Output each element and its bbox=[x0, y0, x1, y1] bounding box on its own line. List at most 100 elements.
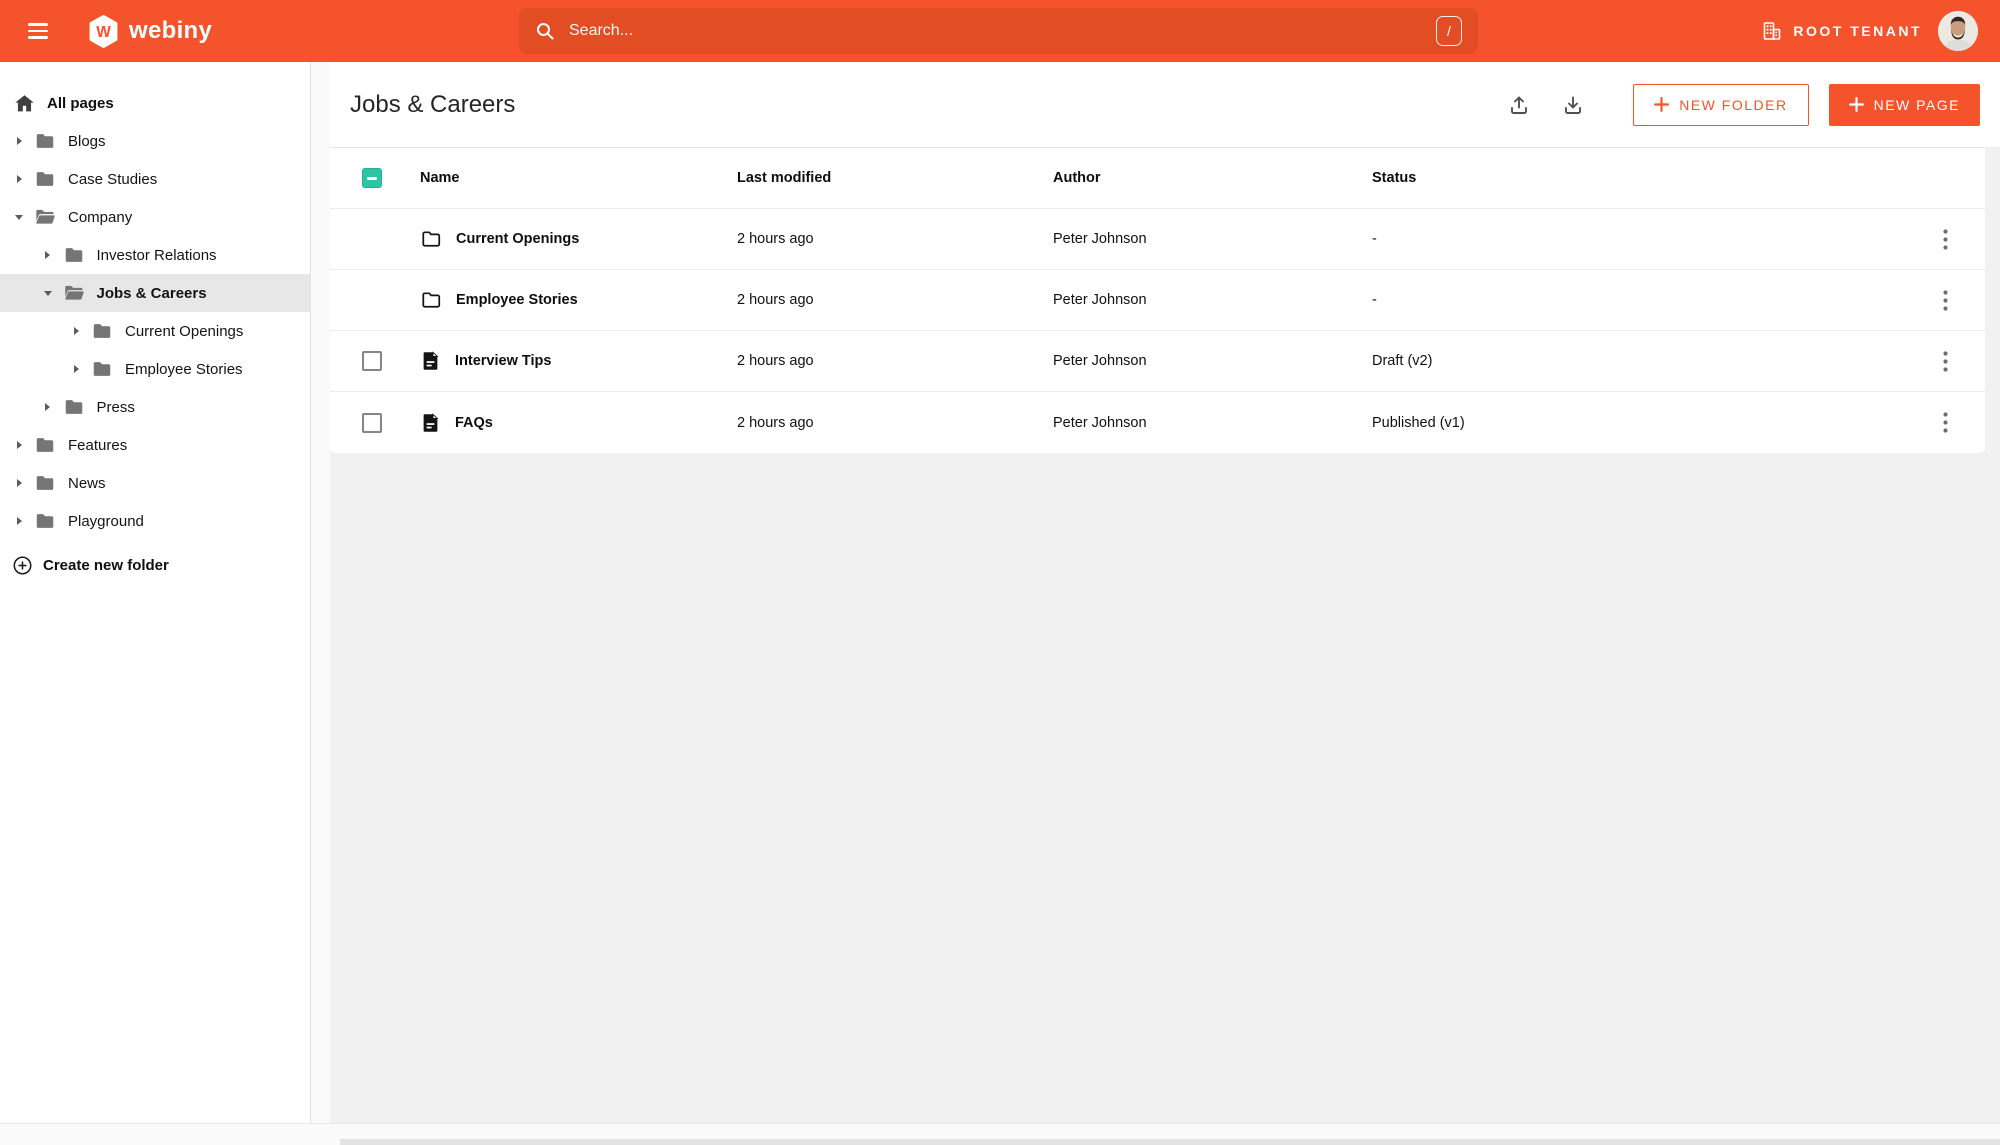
folder-icon bbox=[91, 358, 113, 380]
folder-icon bbox=[91, 320, 113, 342]
select-all-checkbox[interactable] bbox=[362, 168, 382, 188]
caret-right-icon[interactable] bbox=[14, 516, 24, 526]
table-row[interactable]: Interview Tips 2 hours ago Peter Johnson Dr… bbox=[330, 331, 1985, 392]
folder-icon bbox=[34, 434, 56, 456]
caret-right-icon[interactable] bbox=[14, 478, 24, 488]
export-pages-button[interactable] bbox=[1553, 85, 1593, 125]
table-header-row: Name Last modified Author Status bbox=[330, 148, 1985, 209]
sidebar-item-label: Jobs & Careers bbox=[96, 284, 207, 302]
sidebar-item-all-pages[interactable]: All pages bbox=[0, 84, 310, 122]
sidebar: All pages Blogs Case Studies Company Invest… bbox=[0, 62, 311, 1123]
folder-icon bbox=[63, 396, 85, 418]
row-last-modified: 2 hours ago bbox=[737, 414, 814, 431]
top-bar: W webiny / bbox=[0, 0, 2000, 62]
sidebar-item-label: Playground bbox=[68, 512, 144, 530]
column-header-name: Name bbox=[420, 170, 460, 186]
row-name: Current Openings bbox=[456, 231, 580, 247]
horizontal-scrollbar[interactable] bbox=[0, 1123, 2000, 1145]
main-content: Jobs & Careers NEW FOLDER NEW PAGE Name … bbox=[330, 62, 2000, 1123]
row-author: Peter Johnson bbox=[1053, 231, 1147, 247]
sidebar-item-label: Investor Relations bbox=[96, 246, 217, 264]
column-header-status: Status bbox=[1372, 170, 1417, 186]
sidebar-item-features[interactable]: Features bbox=[0, 426, 310, 464]
webiny-logo[interactable]: W webiny bbox=[88, 14, 213, 48]
row-actions-menu-icon[interactable] bbox=[1937, 223, 1954, 256]
new-page-button[interactable]: NEW PAGE bbox=[1828, 83, 1980, 126]
search-icon bbox=[535, 21, 555, 41]
new-folder-button[interactable]: NEW FOLDER bbox=[1633, 83, 1809, 126]
row-last-modified: 2 hours ago bbox=[737, 353, 814, 369]
plus-icon bbox=[1848, 97, 1864, 112]
sidebar-item-playground[interactable]: Playground bbox=[0, 502, 310, 540]
sidebar-item-employee-stories[interactable]: Employee Stories bbox=[0, 350, 310, 388]
table-row[interactable]: Current Openings 2 hours ago Peter Johnson… bbox=[330, 209, 1985, 270]
search-bar[interactable]: / bbox=[519, 8, 1478, 54]
row-checkbox[interactable] bbox=[362, 351, 382, 371]
folder-outline-icon bbox=[420, 289, 442, 311]
webiny-hexagon-icon: W bbox=[88, 14, 119, 48]
row-actions-menu-icon[interactable] bbox=[1937, 406, 1954, 439]
folder-icon bbox=[34, 510, 56, 532]
user-avatar[interactable] bbox=[1938, 11, 1978, 51]
building-icon bbox=[1761, 20, 1783, 42]
row-status: - bbox=[1372, 231, 1377, 247]
row-status: Published (v1) bbox=[1372, 414, 1465, 431]
row-last-modified: 2 hours ago bbox=[737, 231, 814, 247]
plus-icon bbox=[1654, 97, 1670, 112]
caret-right-icon[interactable] bbox=[43, 250, 53, 260]
sidebar-item-jobs-careers[interactable]: Jobs & Careers bbox=[0, 274, 310, 312]
sidebar-item-label: Company bbox=[68, 208, 133, 226]
row-actions-menu-icon[interactable] bbox=[1937, 345, 1954, 378]
row-author: Peter Johnson bbox=[1053, 292, 1147, 308]
caret-right-icon[interactable] bbox=[71, 364, 81, 374]
hamburger-menu-icon[interactable] bbox=[28, 23, 48, 39]
sidebar-item-current-openings[interactable]: Current Openings bbox=[0, 312, 310, 350]
table-row[interactable]: FAQs 2 hours ago Peter Johnson Published (v… bbox=[330, 392, 1985, 453]
caret-right-icon[interactable] bbox=[71, 326, 81, 336]
page-document-icon bbox=[420, 412, 441, 434]
folder-tree: Blogs Case Studies Company Investor Relatio… bbox=[0, 122, 310, 540]
caret-down-icon[interactable] bbox=[43, 289, 53, 298]
table-row[interactable]: Employee Stories 2 hours ago Peter Johnson… bbox=[330, 270, 1985, 331]
row-status: Draft (v2) bbox=[1372, 353, 1433, 369]
pages-table: Name Last modified Author Status Current… bbox=[330, 147, 1985, 453]
sidebar-item-company[interactable]: Company bbox=[0, 198, 310, 236]
sidebar-item-blogs[interactable]: Blogs bbox=[0, 122, 310, 160]
sidebar-item-label: Case Studies bbox=[68, 170, 158, 188]
page-document-icon bbox=[420, 350, 441, 372]
create-folder-label: Create new folder bbox=[43, 556, 169, 574]
column-header-last-modified: Last modified bbox=[737, 170, 832, 186]
column-header-author: Author bbox=[1053, 170, 1101, 186]
upload-icon bbox=[1511, 96, 1528, 114]
import-pages-button[interactable] bbox=[1499, 85, 1539, 125]
row-name: Interview Tips bbox=[455, 353, 552, 369]
caret-right-icon[interactable] bbox=[14, 174, 24, 184]
caret-down-icon[interactable] bbox=[14, 213, 24, 222]
sidebar-gutter bbox=[311, 62, 330, 1123]
page-toolbar: Jobs & Careers NEW FOLDER NEW PAGE bbox=[330, 62, 2000, 147]
sidebar-item-news[interactable]: News bbox=[0, 464, 310, 502]
page-title: Jobs & Careers bbox=[350, 90, 516, 118]
row-actions-menu-icon[interactable] bbox=[1937, 284, 1954, 317]
row-checkbox[interactable] bbox=[362, 412, 382, 433]
sidebar-item-label: Press bbox=[96, 398, 135, 416]
row-author: Peter Johnson bbox=[1053, 414, 1147, 431]
folder-icon bbox=[34, 472, 56, 494]
sidebar-item-investor-relations[interactable]: Investor Relations bbox=[0, 236, 310, 274]
brand-wordmark: webiny bbox=[129, 17, 213, 44]
sidebar-item-case-studies[interactable]: Case Studies bbox=[0, 160, 310, 198]
caret-right-icon[interactable] bbox=[14, 440, 24, 450]
caret-right-icon[interactable] bbox=[43, 402, 53, 412]
folder-icon bbox=[34, 168, 56, 190]
sidebar-item-label: Employee Stories bbox=[125, 360, 243, 378]
row-last-modified: 2 hours ago bbox=[737, 292, 814, 308]
tenant-selector[interactable]: ROOT TENANT bbox=[1761, 20, 1922, 42]
scrollbar-thumb[interactable] bbox=[340, 1139, 2000, 1145]
search-input[interactable] bbox=[569, 22, 1436, 40]
create-new-folder-button[interactable]: Create new folder bbox=[0, 546, 310, 584]
plus-circle-icon bbox=[12, 555, 33, 576]
sidebar-item-label: Blogs bbox=[68, 132, 106, 150]
caret-right-icon[interactable] bbox=[14, 136, 24, 146]
svg-text:W: W bbox=[96, 24, 111, 41]
sidebar-item-press[interactable]: Press bbox=[0, 388, 310, 426]
